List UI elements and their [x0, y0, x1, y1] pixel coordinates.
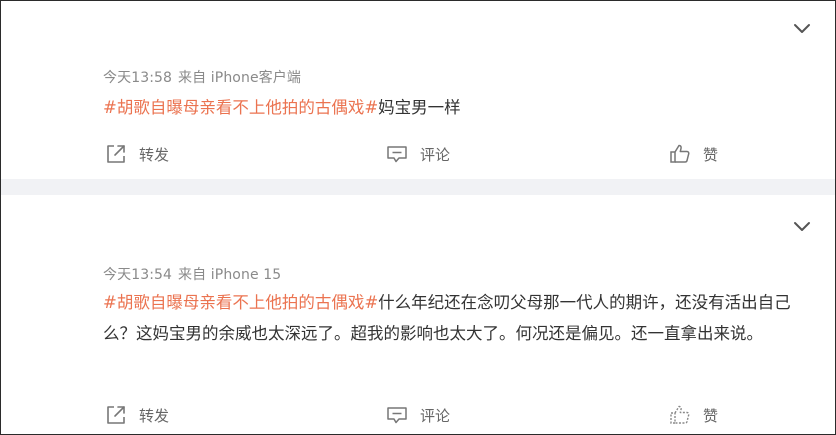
card-divider [1, 179, 835, 195]
action-bar: 转发 评论 赞 [1, 142, 835, 166]
chevron-down-icon[interactable] [793, 23, 811, 35]
comment-button[interactable]: 评论 [386, 403, 450, 427]
topic-link[interactable]: #胡歌自曝母亲看不上他拍的古偶戏# [103, 98, 378, 117]
post-source: 来自 iPhone客户端 [178, 70, 301, 86]
action-bar: 转发 评论 赞 [1, 403, 835, 427]
forward-label: 转发 [139, 406, 170, 425]
thumbs-up-icon [669, 404, 691, 426]
post-time[interactable]: 今天13:54 [103, 267, 172, 283]
feed-frame: 今天13:58 来自 iPhone客户端 #胡歌自曝母亲看不上他拍的古偶戏#妈宝男… [0, 0, 836, 435]
forward-button[interactable]: 转发 [105, 142, 169, 166]
comment-icon [386, 143, 408, 165]
share-forward-icon [105, 404, 127, 426]
comment-button[interactable]: 评论 [386, 142, 450, 166]
forward-label: 转发 [139, 145, 170, 164]
thumbs-up-icon [669, 143, 691, 165]
comment-label: 评论 [420, 406, 451, 425]
topic-link[interactable]: #胡歌自曝母亲看不上他拍的古偶戏# [103, 293, 378, 312]
like-label: 赞 [703, 406, 719, 425]
like-button[interactable]: 赞 [669, 403, 718, 427]
post-meta: 今天13:58 来自 iPhone客户端 [103, 67, 307, 87]
like-label: 赞 [703, 145, 719, 164]
feed-card: 今天13:58 来自 iPhone客户端 #胡歌自曝母亲看不上他拍的古偶戏#妈宝男… [1, 1, 835, 179]
share-forward-icon [105, 143, 127, 165]
post-source: 来自 iPhone 15 [178, 267, 282, 283]
comment-label: 评论 [420, 145, 451, 164]
post-content: #胡歌自曝母亲看不上他拍的古偶戏#妈宝男一样 [103, 92, 807, 123]
like-button[interactable]: 赞 [669, 142, 718, 166]
post-content: #胡歌自曝母亲看不上他拍的古偶戏#什么年纪还在念叨父母那一代人的期许，还没有活出… [103, 287, 807, 349]
post-meta: 今天13:54 来自 iPhone 15 [103, 264, 287, 284]
post-time[interactable]: 今天13:58 [103, 70, 172, 86]
chevron-down-icon[interactable] [793, 221, 811, 233]
forward-button[interactable]: 转发 [105, 403, 169, 427]
comment-icon [386, 404, 408, 426]
feed-card: 今天13:54 来自 iPhone 15 #胡歌自曝母亲看不上他拍的古偶戏#什么年… [1, 195, 835, 434]
post-text: 妈宝男一样 [378, 98, 461, 117]
